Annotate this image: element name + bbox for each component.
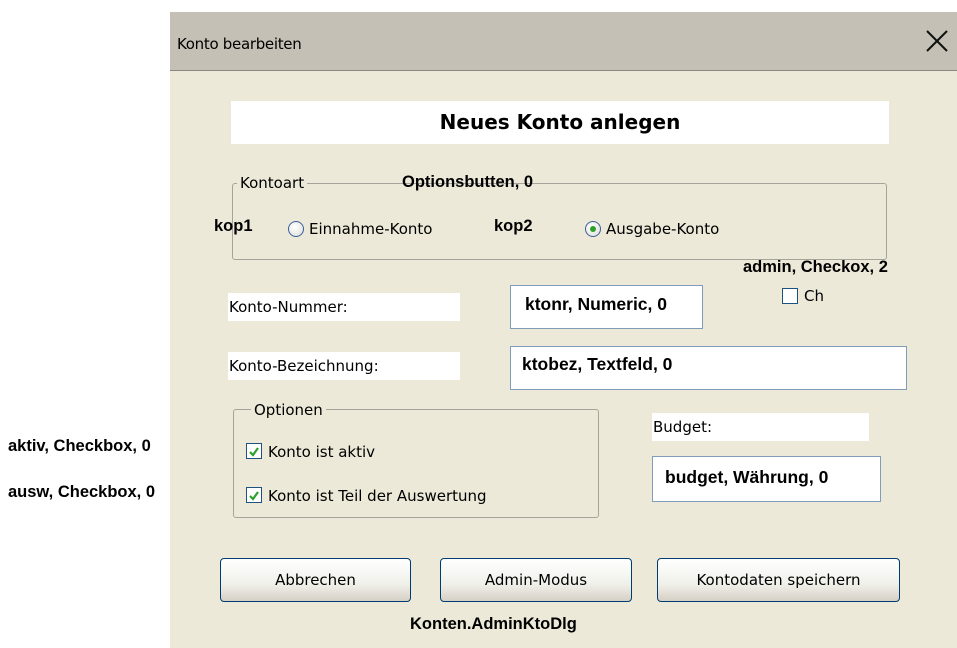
cancel-button[interactable]: Abbrechen bbox=[220, 558, 411, 602]
kop1-annotation: kop1 bbox=[214, 217, 253, 235]
dialog-heading: Neues Konto anlegen bbox=[231, 101, 889, 144]
kontoart-legend: Kontoart bbox=[237, 174, 308, 192]
konto-nummer-field-text: ktonr, Numeric, 0 bbox=[525, 294, 667, 314]
budget-field-text: budget, Währung, 0 bbox=[665, 467, 829, 487]
window-title: Konto bearbeiten bbox=[177, 35, 302, 53]
ausw-checkbox[interactable] bbox=[246, 487, 262, 503]
ausw-annotation: ausw, Checkbox, 0 bbox=[8, 483, 156, 501]
checkmark-icon bbox=[249, 447, 259, 457]
footer-annotation: Konten.AdminKtoDlg bbox=[410, 615, 577, 633]
admin-mode-button[interactable]: Admin-Modus bbox=[440, 558, 632, 602]
radio-einnahme-konto-label: Einnahme-Konto bbox=[309, 220, 433, 238]
radio-selected-dot bbox=[590, 226, 596, 232]
checkmark-icon bbox=[249, 491, 259, 501]
konto-bezeichnung-label: Konto-Bezeichnung: bbox=[228, 352, 460, 380]
radio-ausgabe-konto[interactable] bbox=[585, 221, 601, 237]
radio-einnahme-konto[interactable] bbox=[288, 221, 304, 237]
kontoart-annotation: Optionsbutten, 0 bbox=[402, 173, 534, 191]
aktiv-checkbox[interactable] bbox=[246, 443, 262, 459]
admin-checkbox-label: Ch bbox=[804, 287, 824, 305]
optionen-legend: Optionen bbox=[251, 401, 326, 419]
konto-bezeichnung-field-text: ktobez, Textfeld, 0 bbox=[522, 354, 673, 374]
radio-ausgabe-konto-label: Ausgabe-Konto bbox=[606, 220, 720, 238]
save-button[interactable]: Kontodaten speichern bbox=[657, 558, 900, 602]
ausw-checkbox-label: Konto ist Teil der Auswertung bbox=[268, 487, 487, 505]
kop2-annotation: kop2 bbox=[494, 217, 533, 235]
aktiv-annotation: aktiv, Checkbox, 0 bbox=[8, 437, 151, 455]
aktiv-checkbox-label: Konto ist aktiv bbox=[268, 443, 376, 461]
admin-checkbox[interactable] bbox=[782, 288, 798, 304]
konto-nummer-label: Konto-Nummer: bbox=[228, 293, 460, 321]
close-icon[interactable] bbox=[920, 24, 954, 58]
budget-label: Budget: bbox=[652, 413, 869, 441]
admin-annotation: admin, Checkox, 2 bbox=[743, 258, 888, 276]
